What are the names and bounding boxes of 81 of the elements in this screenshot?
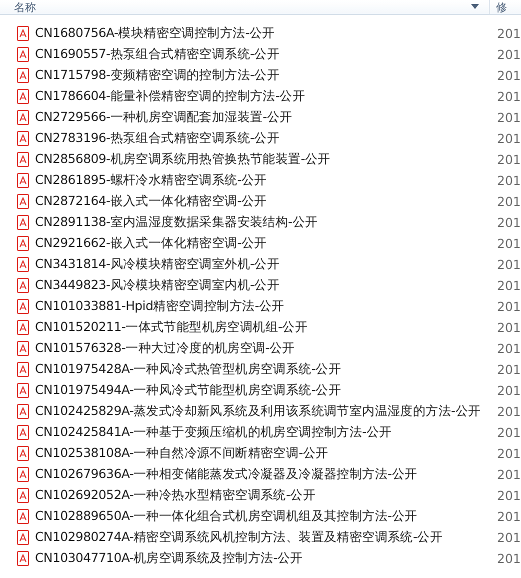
modified-date: 201 bbox=[497, 404, 521, 419]
pdf-file-icon bbox=[17, 341, 29, 356]
file-name[interactable]: CN2891138-室内温湿度数据采集器安装结构-公开 bbox=[35, 214, 318, 231]
file-name[interactable]: CN101033881-Hpid精密空调控制方法-公开 bbox=[35, 298, 284, 315]
pdf-file-icon bbox=[17, 404, 29, 419]
file-name[interactable]: CN102692052A-一种冷热水型精密空调系统-公开 bbox=[35, 487, 316, 504]
modified-date: 201 bbox=[497, 215, 521, 230]
file-name[interactable]: CN102980274A-精密空调系统风机控制方法、装置及精密空调系统-公开 bbox=[35, 529, 443, 546]
modified-date: 201 bbox=[497, 194, 521, 209]
file-name[interactable]: CN2861895-螺杆冷水精密空调系统-公开 bbox=[35, 172, 267, 189]
pdf-file-icon bbox=[17, 47, 29, 62]
pdf-file-icon bbox=[17, 383, 29, 398]
modified-date: 201 bbox=[497, 26, 521, 41]
file-name[interactable]: CN1680756A-模块精密空调控制方法-公开 bbox=[35, 25, 275, 42]
file-name[interactable]: CN102538108A-一种自然冷源不间断精密空调-公开 bbox=[35, 445, 328, 462]
pdf-file-icon bbox=[17, 551, 29, 566]
pdf-file-icon bbox=[17, 425, 29, 440]
modified-date: 201 bbox=[497, 551, 521, 566]
file-name[interactable]: CN102889650A-一种一体化组合式机房空调机组及其控制方法-公开 bbox=[35, 508, 418, 525]
modified-date: 201 bbox=[497, 236, 521, 251]
file-name[interactable]: CN102425829A-蒸发式冷却新风系统及利用该系统调节室内温湿度的方法-公开 bbox=[35, 403, 481, 420]
modified-date: 201 bbox=[497, 488, 521, 503]
pdf-file-icon bbox=[17, 467, 29, 482]
modified-date: 201 bbox=[497, 257, 521, 272]
file-name[interactable]: CN101975494A-一种风冷式节能型机房空调系统-公开 bbox=[35, 382, 341, 399]
file-name[interactable]: CN1786604-能量补偿精密空调的控制方法-公开 bbox=[35, 88, 305, 105]
modified-date: 201 bbox=[497, 131, 521, 146]
pdf-file-icon bbox=[17, 215, 29, 230]
pdf-file-icon bbox=[17, 362, 29, 377]
file-name[interactable]: CN102425841A-一种基于变频压缩机的机房空调控制方法-公开 bbox=[35, 424, 392, 441]
pdf-file-icon bbox=[17, 320, 29, 335]
modified-date: 201 bbox=[497, 383, 521, 398]
column-header[interactable]: 名称 bbox=[14, 0, 36, 14]
file-name[interactable]: CN3431814-风冷模块精密空调室外机-公开 bbox=[35, 256, 280, 273]
pdf-file-icon bbox=[17, 509, 29, 524]
pdf-file-icon bbox=[17, 278, 29, 293]
file-name[interactable]: CN2856809-机房空调系统用热管换热节能装置-公开 bbox=[35, 151, 330, 168]
pdf-file-icon bbox=[17, 173, 29, 188]
file-name[interactable]: CN101576328-一种大过冷度的机房空调-公开 bbox=[35, 340, 295, 357]
pdf-file-icon bbox=[17, 299, 29, 314]
pdf-file-icon bbox=[17, 89, 29, 104]
pdf-file-icon bbox=[17, 488, 29, 503]
modified-date: 201 bbox=[497, 110, 521, 125]
modified-date: 201 bbox=[497, 446, 521, 461]
pdf-file-icon bbox=[17, 194, 29, 209]
modified-date: 201 bbox=[497, 362, 521, 377]
modified-date: 201 bbox=[497, 341, 521, 356]
file-name[interactable]: CN2783196-热泵组合式精密空调系统-公开 bbox=[35, 130, 280, 147]
pdf-file-icon bbox=[17, 152, 29, 167]
pdf-file-icon bbox=[17, 110, 29, 125]
file-name[interactable]: CN3449823-风冷模块精密空调室内机-公开 bbox=[35, 277, 280, 294]
pdf-file-icon bbox=[17, 26, 29, 41]
pdf-file-icon bbox=[17, 530, 29, 545]
file-name[interactable]: CN2872164-嵌入式一体化精密空调-公开 bbox=[35, 193, 267, 210]
modified-date: 201 bbox=[497, 89, 521, 104]
pdf-file-icon bbox=[17, 68, 29, 83]
modified-date: 201 bbox=[497, 278, 521, 293]
modified-date: 201 bbox=[497, 467, 521, 482]
modified-date: 201 bbox=[497, 509, 521, 524]
column-header[interactable]: 修 bbox=[496, 0, 507, 14]
file-name[interactable]: CN102679636A-一种相变储能蒸发式冷凝器及冷凝器控制方法-公开 bbox=[35, 466, 418, 483]
pdf-file-icon bbox=[17, 131, 29, 146]
file-name[interactable]: CN101975428A-一种风冷式热管型机房空调系统-公开 bbox=[35, 361, 341, 378]
modified-date: 201 bbox=[497, 320, 521, 335]
modified-date: 201 bbox=[497, 152, 521, 167]
pdf-file-icon bbox=[17, 446, 29, 461]
file-name[interactable]: CN2729566-一种机房空调配套加湿装置-公开 bbox=[35, 109, 292, 126]
pdf-file-icon bbox=[17, 236, 29, 251]
modified-date: 201 bbox=[497, 299, 521, 314]
file-name[interactable]: CN103047710A-机房空调系统及控制方法-公开 bbox=[35, 550, 303, 567]
file-name[interactable]: CN2921662-嵌入式一体化精密空调-公开 bbox=[35, 235, 267, 252]
caret-icon[interactable] bbox=[471, 4, 479, 10]
file-name[interactable]: CN101520211-一体式节能型机房空调机组-公开 bbox=[35, 319, 308, 336]
modified-date: 201 bbox=[497, 425, 521, 440]
modified-date: 201 bbox=[497, 530, 521, 545]
pdf-file-icon bbox=[17, 257, 29, 272]
modified-date: 201 bbox=[497, 68, 521, 83]
modified-date: 201 bbox=[497, 47, 521, 62]
file-name[interactable]: CN1715798-变频精密空调的控制方法-公开 bbox=[35, 67, 280, 84]
file-name[interactable]: CN1690557-热泵组合式精密空调系统-公开 bbox=[35, 46, 280, 63]
modified-date: 201 bbox=[497, 173, 521, 188]
